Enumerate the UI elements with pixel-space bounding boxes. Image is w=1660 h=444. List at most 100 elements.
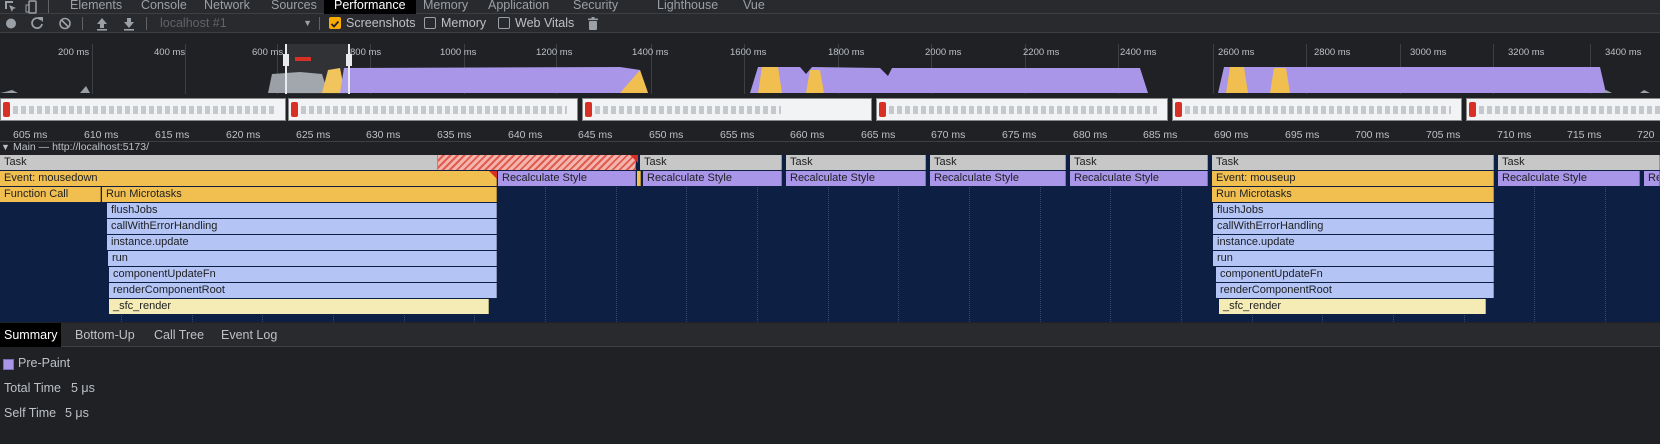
flame-chart[interactable]: Task Task Task Task Task Task Task Event… <box>0 155 1660 322</box>
call-with-error-handling-bar[interactable]: callWithErrorHandling <box>1213 219 1494 234</box>
screenshots-label[interactable]: Screenshots <box>346 14 415 33</box>
context-select-value: localhost #1 <box>160 16 227 30</box>
page-icon <box>585 102 592 117</box>
tab-vue[interactable]: Vue <box>743 0 765 14</box>
inspect-element-icon[interactable] <box>3 0 19 14</box>
run-bar[interactable]: run <box>1213 251 1494 266</box>
time-ruler: 605 ms 610 ms 615 ms 620 ms 625 ms 630 m… <box>0 128 1660 142</box>
recalculate-style-bar[interactable]: Recalculate Style <box>930 171 1066 186</box>
device-toolbar-icon[interactable] <box>24 0 40 14</box>
sfc-render-bar[interactable]: _sfc_render <box>1219 299 1486 314</box>
flushjobs-bar[interactable]: flushJobs <box>1213 203 1494 218</box>
tab-memory[interactable]: Memory <box>423 0 468 14</box>
main-thread-title: Main — http://localhost:5173/ <box>13 141 149 153</box>
screenshot-content <box>1185 106 1451 114</box>
recalculate-style-bar[interactable]: Recalculate Style <box>1070 171 1208 186</box>
tab-sources[interactable]: Sources <box>271 0 317 14</box>
web-vitals-label[interactable]: Web Vitals <box>515 14 574 33</box>
recalculate-style-bar[interactable]: Recalculate Style <box>498 171 636 186</box>
recalculate-style-bar[interactable]: Re <box>1644 171 1660 186</box>
call-with-error-handling-bar[interactable]: callWithErrorHandling <box>107 219 497 234</box>
download-profile-icon[interactable] <box>120 14 138 33</box>
sfc-render-bar[interactable]: _sfc_render <box>109 299 489 314</box>
ruler-tick: 630 ms <box>366 129 401 141</box>
category-swatch <box>3 359 14 370</box>
run-microtasks-bar[interactable]: Run Microtasks <box>102 187 497 202</box>
task-bar[interactable]: Task <box>0 155 438 170</box>
overview-tick: 600 ms <box>252 47 284 58</box>
screenshots-checkbox[interactable] <box>329 17 341 29</box>
overview-tick: 1000 ms <box>440 47 477 58</box>
task-bar[interactable]: Task <box>786 155 926 170</box>
tab-summary[interactable]: Summary <box>0 323 62 347</box>
ruler-tick: 675 ms <box>1002 129 1037 141</box>
flushjobs-bar[interactable]: flushJobs <box>107 203 497 218</box>
task-bar[interactable]: Task <box>1212 155 1494 170</box>
overview-tick: 3400 ms <box>1605 47 1642 58</box>
recalculate-style-bar[interactable]: Recalculate Style <box>786 171 926 186</box>
overview-tick: 2400 ms <box>1120 47 1157 58</box>
tab-bottom-up[interactable]: Bottom-Up <box>71 323 139 347</box>
reload-record-icon[interactable] <box>28 14 46 33</box>
memory-label[interactable]: Memory <box>441 14 486 33</box>
clear-icon[interactable] <box>56 14 74 33</box>
ruler-tick: 605 ms <box>13 129 48 141</box>
long-task-overlay <box>438 155 636 170</box>
task-bar[interactable]: Task <box>1498 155 1660 170</box>
screenshot-thumbnail[interactable] <box>288 98 578 121</box>
event-mousedown-bar[interactable]: Event: mousedown <box>0 171 497 186</box>
overview-selection-window[interactable] <box>283 44 352 94</box>
devtools-tab-bar: Elements Console Network Sources Perform… <box>0 0 1660 14</box>
tab-application[interactable]: Application <box>488 0 549 14</box>
trash-icon[interactable] <box>584 14 602 33</box>
run-bar[interactable]: run <box>108 251 497 266</box>
tab-security[interactable]: Security <box>573 0 618 14</box>
render-component-root-bar[interactable]: renderComponentRoot <box>109 283 497 298</box>
memory-checkbox[interactable] <box>424 17 436 29</box>
record-icon[interactable] <box>2 14 20 33</box>
component-update-fn-bar[interactable]: componentUpdateFn <box>109 267 497 282</box>
screenshots-filmstrip[interactable] <box>0 96 1660 124</box>
self-time-value: 5 μs <box>65 406 89 420</box>
tab-performance[interactable]: Performance <box>324 0 416 14</box>
screenshot-thumbnail[interactable] <box>1466 98 1660 121</box>
overview-tick: 2600 ms <box>1218 47 1255 58</box>
tab-console[interactable]: Console <box>141 0 187 14</box>
ruler-tick: 625 ms <box>296 129 331 141</box>
instance-update-bar[interactable]: instance.update <box>1213 235 1494 250</box>
tab-event-log[interactable]: Event Log <box>217 323 281 347</box>
instance-update-bar[interactable]: instance.update <box>107 235 497 250</box>
task-bar[interactable]: Task <box>1070 155 1208 170</box>
event-mouseup-bar[interactable]: Event: mouseup <box>1212 171 1494 186</box>
tab-lighthouse[interactable]: Lighthouse <box>657 0 718 14</box>
task-bar[interactable]: Task <box>640 155 782 170</box>
selection-right-handle[interactable] <box>346 54 352 66</box>
screenshot-thumbnail[interactable] <box>1172 98 1462 121</box>
component-update-fn-bar[interactable]: componentUpdateFn <box>1216 267 1494 282</box>
context-select[interactable]: localhost #1 ▼ <box>160 14 312 33</box>
ruler-tick: 645 ms <box>578 129 613 141</box>
task-bar[interactable]: Task <box>930 155 1066 170</box>
timeline-overview[interactable]: 200 ms 400 ms 600 ms 800 ms 1000 ms 1200… <box>0 44 1660 94</box>
screenshot-thumbnail[interactable] <box>876 98 1168 121</box>
main-thread-header[interactable]: ▼ Main — http://localhost:5173/ <box>0 141 1660 154</box>
screenshot-thumbnail[interactable] <box>0 98 286 121</box>
page-icon <box>291 102 298 117</box>
details-tab-bar: Summary Bottom-Up Call Tree Event Log <box>0 323 1660 347</box>
recalculate-style-bar[interactable]: Recalculate Style <box>643 171 782 186</box>
tab-elements[interactable]: Elements <box>70 0 122 14</box>
upload-profile-icon[interactable] <box>93 14 111 33</box>
selection-left-handle[interactable] <box>283 54 289 66</box>
tab-call-tree[interactable]: Call Tree <box>150 323 208 347</box>
tab-network[interactable]: Network <box>204 0 250 14</box>
render-component-root-bar[interactable]: renderComponentRoot <box>1216 283 1494 298</box>
function-call-bar[interactable]: Function Call <box>0 187 101 202</box>
ruler-tick: 695 ms <box>1285 129 1320 141</box>
overview-tick: 2000 ms <box>925 47 962 58</box>
ruler-tick: 660 ms <box>790 129 825 141</box>
recalculate-style-bar[interactable]: Recalculate Style <box>1498 171 1640 186</box>
screenshot-thumbnail[interactable] <box>582 98 872 121</box>
ruler-tick: 610 ms <box>84 129 119 141</box>
web-vitals-checkbox[interactable] <box>498 17 510 29</box>
run-microtasks-bar[interactable]: Run Microtasks <box>1212 187 1494 202</box>
